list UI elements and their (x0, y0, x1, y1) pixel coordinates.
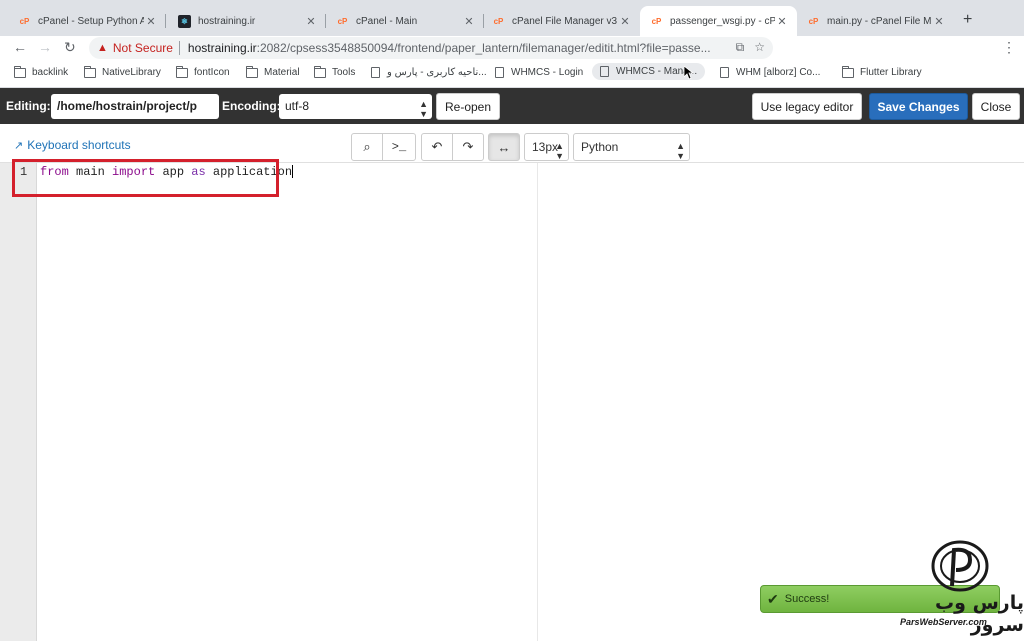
page-icon (371, 67, 380, 78)
line-gutter: 1 (0, 163, 37, 641)
tab-title: passenger_wsgi.py - cP (670, 15, 775, 27)
word-wrap-toggle[interactable]: ↔ (488, 133, 520, 161)
search-button[interactable]: ⌕ (351, 133, 383, 161)
tab-hostraining[interactable]: ⚛ hostraining.ir ✕ (166, 6, 326, 36)
bookmark-tools[interactable]: Tools (314, 65, 355, 78)
star-icon[interactable]: ☆ (754, 40, 765, 55)
react-icon: ⚛ (178, 14, 191, 28)
redo-icon: ↷ (462, 139, 474, 154)
tab-cpanel-file-manager[interactable]: cP cPanel File Manager v3 ✕ (484, 6, 640, 36)
annotation-highlight-box (12, 159, 279, 197)
translate-icon[interactable]: ⧉ (736, 40, 745, 55)
external-link-icon: ↗ (14, 139, 24, 152)
folder-icon (842, 65, 854, 78)
goto-line-button[interactable]: >_ (382, 133, 416, 161)
print-margin (537, 163, 538, 641)
page-icon (720, 67, 729, 78)
toast-message: Success! (784, 593, 830, 605)
url-path: :2082/cpsess3548850094/frontend/paper_la… (256, 41, 711, 55)
bookmark-backlink[interactable]: backlink (14, 65, 68, 78)
terminal-prompt-icon: >_ (391, 140, 407, 154)
file-path-field[interactable]: /home/hostrain/project/p (51, 94, 219, 119)
cpanel-icon: cP (808, 16, 819, 26)
tab-title: cPanel File Manager v3 (512, 15, 618, 27)
keyboard-shortcuts-link[interactable]: ↗ Keyboard shortcuts (14, 138, 131, 152)
tab-title: cPanel - Main (356, 15, 418, 27)
forward-arrow-icon[interactable]: → (38, 39, 52, 55)
tab-passenger-wsgi[interactable]: cP passenger_wsgi.py - cP ✕ (640, 6, 797, 36)
close-icon[interactable]: ✕ (932, 15, 946, 28)
folder-icon (84, 65, 96, 78)
security-label: Not Secure (112, 41, 173, 55)
folder-icon (176, 65, 188, 78)
editing-label: Editing: (6, 99, 51, 113)
url-host: hostraining.ir (187, 41, 257, 55)
back-arrow-icon[interactable]: ← (13, 39, 27, 55)
redo-button[interactable]: ↷ (452, 133, 484, 161)
code-editor[interactable]: 1 from main import app as application (0, 162, 1024, 641)
menu-icon[interactable]: ⋮ (1002, 39, 1016, 56)
legacy-editor-button[interactable]: Use legacy editor (752, 93, 862, 120)
address-bar[interactable]: ▲ Not Secure hostraining.ir :2082/cpsess… (89, 37, 773, 59)
close-button[interactable]: Close (972, 93, 1020, 120)
checkmark-icon: ✔ (767, 590, 779, 607)
tab-title: cPanel - Setup Python A (38, 15, 144, 27)
horizontal-arrows-icon: ↔ (497, 139, 511, 155)
search-icon: ⌕ (363, 139, 371, 154)
select-arrows-icon: ▲ ▼ (555, 141, 564, 161)
close-icon[interactable]: ✕ (144, 15, 158, 28)
watermark-text: پارس وب سرور (935, 592, 1024, 636)
cpanel-icon: cP (337, 16, 348, 26)
browser-toolbar: ← → ↻ ▲ Not Secure hostraining.ir :2082/… (0, 36, 1024, 90)
tab-cpanel-setup-python[interactable]: cP cPanel - Setup Python A ✕ (0, 6, 166, 36)
close-icon[interactable]: ✕ (462, 15, 476, 28)
watermark-subtext: ParsWebServer.com (900, 617, 987, 627)
watermark-logo (931, 540, 989, 592)
bookmarks-bar: backlink NativeLibrary fontIcon Material… (0, 60, 1024, 88)
reopen-button[interactable]: Re-open (436, 93, 500, 120)
bookmark-material[interactable]: Material (246, 65, 300, 78)
bookmark-whm-alborz[interactable]: WHM [alborz] Co... (720, 67, 820, 78)
encoding-label: Encoding: (222, 99, 281, 113)
editor-toolbar: ↗ Keyboard shortcuts ⌕ >_ ↶ ↷ ↔ 13px ▲ ▼ … (0, 124, 1024, 162)
close-icon[interactable]: ✕ (618, 15, 632, 28)
close-icon[interactable]: ✕ (775, 15, 789, 28)
encoding-value: utf-8 (285, 99, 310, 113)
new-tab-button[interactable]: + (963, 11, 972, 29)
tab-title: main.py - cPanel File M (827, 15, 932, 27)
select-arrows-icon: ▲ ▼ (419, 99, 428, 119)
bookmark-fonticon[interactable]: fontIcon (176, 65, 230, 78)
tab-title: hostraining.ir (198, 15, 256, 27)
text-cursor (292, 165, 294, 179)
cpanel-icon: cP (493, 16, 504, 26)
bookmark-whmcs-login[interactable]: WHMCS - Login (495, 67, 583, 78)
close-icon[interactable]: ✕ (304, 15, 318, 28)
bookmark-user-area[interactable]: ناحیه کاربری - پارس و... (371, 67, 487, 78)
folder-icon (314, 65, 326, 78)
encoding-select[interactable]: utf-8 ▲ ▼ (279, 94, 432, 119)
tab-cpanel-main[interactable]: cP cPanel - Main ✕ (326, 6, 484, 36)
select-arrows-icon: ▲ ▼ (676, 141, 685, 161)
bookmark-nativelibrary[interactable]: NativeLibrary (84, 65, 161, 78)
cpanel-icon: cP (651, 16, 662, 26)
reload-icon[interactable]: ↻ (64, 39, 76, 56)
page-icon (495, 67, 504, 78)
folder-icon (246, 65, 258, 78)
bookmark-flutter-library[interactable]: Flutter Library (842, 65, 922, 78)
mouse-pointer-icon (684, 66, 694, 80)
browser-tab-strip: cP cPanel - Setup Python A ✕ ⚛ hostraini… (0, 0, 1024, 36)
font-size-select[interactable]: 13px ▲ ▼ (524, 133, 569, 161)
cpanel-icon: cP (19, 16, 30, 26)
language-select[interactable]: Python ▲ ▼ (573, 133, 690, 161)
save-changes-button[interactable]: Save Changes (869, 93, 968, 120)
tab-main-py[interactable]: cP main.py - cPanel File M ✕ (797, 6, 954, 36)
editor-header: Editing: /home/hostrain/project/p Encodi… (0, 88, 1024, 124)
warning-icon: ▲ (97, 42, 108, 54)
folder-icon (14, 65, 26, 78)
undo-button[interactable]: ↶ (421, 133, 453, 161)
page-icon (600, 66, 609, 77)
undo-icon: ↶ (431, 139, 443, 154)
